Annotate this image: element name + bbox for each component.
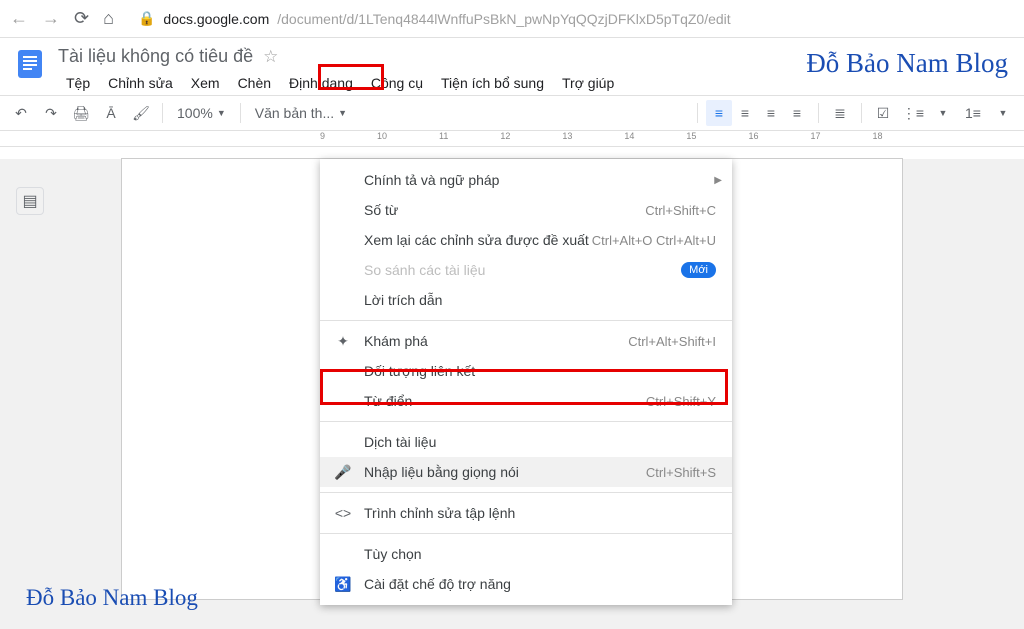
docs-logo-icon[interactable] [12, 46, 48, 82]
paragraph-style-select[interactable]: Văn bản th...▼ [249, 105, 359, 121]
menu-edit[interactable]: Chỉnh sửa [100, 71, 181, 95]
align-right-icon[interactable]: ≡ [758, 100, 784, 126]
menubar: Tệp Chỉnh sửa Xem Chèn Định dạng Công cụ… [58, 71, 622, 95]
menu-item-compare: So sánh các tài liệuMới [320, 255, 732, 285]
menu-item-citations[interactable]: Lời trích dẫn [320, 285, 732, 315]
chevron-down-icon: ▼ [338, 108, 347, 118]
star-icon[interactable]: ☆ [263, 47, 278, 67]
menu-separator [320, 492, 732, 493]
menu-separator [320, 533, 732, 534]
separator [697, 103, 698, 123]
separator [240, 103, 241, 123]
url-path: /document/d/1LTenq4844lWnffuPsBkN_pwNpYq… [277, 11, 730, 27]
menu-item-dictionary[interactable]: Từ điểnCtrl+Shift+Y [320, 386, 732, 416]
brand-watermark: Đỗ Bảo Nam Blog [806, 48, 1008, 79]
url-host: docs.google.com [163, 11, 269, 27]
bullet-list-icon[interactable]: ⋮≡ [900, 100, 926, 126]
separator [818, 103, 819, 123]
url-bar[interactable]: 🔒 docs.google.com/document/d/1LTenq4844l… [128, 6, 1014, 31]
back-icon[interactable]: ← [10, 8, 28, 29]
code-icon: <> [334, 505, 352, 521]
chevron-right-icon: ▶ [714, 175, 722, 186]
menu-format[interactable]: Định dạng [281, 71, 361, 95]
separator [861, 103, 862, 123]
chevron-down-icon[interactable]: ▼ [930, 100, 956, 126]
menu-item-explore[interactable]: ✦Khám pháCtrl+Alt+Shift+I [320, 326, 732, 356]
menu-addons[interactable]: Tiện ích bổ sung [433, 71, 552, 95]
align-center-icon[interactable]: ≡ [732, 100, 758, 126]
menu-item-translate[interactable]: Dịch tài liệu [320, 427, 732, 457]
spellcheck-icon[interactable]: Ᾱ [98, 100, 124, 126]
menu-item-linked[interactable]: Đối tượng liên kết [320, 356, 732, 386]
doc-header: Tài liệu không có tiêu đề ☆ Tệp Chỉnh sử… [0, 38, 1024, 95]
menu-tools[interactable]: Công cụ [363, 71, 431, 95]
numbered-list-icon[interactable]: 1≡ [960, 100, 986, 126]
redo-icon[interactable]: ↷ [38, 100, 64, 126]
menu-separator [320, 421, 732, 422]
menu-help[interactable]: Trợ giúp [554, 71, 622, 95]
menu-item-review[interactable]: Xem lại các chỉnh sửa được đề xuấtCtrl+A… [320, 225, 732, 255]
menu-file[interactable]: Tệp [58, 71, 98, 95]
home-icon[interactable]: ⌂ [103, 8, 114, 29]
title-area: Tài liệu không có tiêu đề ☆ Tệp Chỉnh sử… [58, 46, 622, 95]
menu-item-preferences[interactable]: Tùy chọn [320, 539, 732, 569]
undo-icon[interactable]: ↶ [8, 100, 34, 126]
menu-view[interactable]: Xem [183, 71, 228, 95]
ruler[interactable]: 9101112131415161718 [0, 131, 1024, 147]
line-spacing-icon[interactable]: ≣ [827, 100, 853, 126]
menu-item-script-editor[interactable]: <>Trình chỉnh sửa tập lệnh [320, 498, 732, 528]
align-left-icon[interactable]: ≡ [706, 100, 732, 126]
menu-separator [320, 320, 732, 321]
outline-toggle-icon[interactable]: ▤ [16, 187, 44, 215]
separator [162, 103, 163, 123]
menu-item-spelling[interactable]: Chính tả và ngữ pháp▶ [320, 165, 732, 195]
page-watermark: Đỗ Bảo Nam Blog [26, 585, 198, 611]
lock-icon: 🔒 [138, 10, 155, 27]
align-justify-icon[interactable]: ≡ [784, 100, 810, 126]
chevron-down-icon: ▼ [217, 108, 226, 118]
browser-toolbar: ← → ⟳ ⌂ 🔒 docs.google.com/document/d/1LT… [0, 0, 1024, 38]
accessibility-icon: ♿ [334, 576, 352, 593]
new-badge: Mới [681, 262, 716, 278]
reload-icon[interactable]: ⟳ [74, 8, 89, 29]
explore-icon: ✦ [334, 333, 352, 350]
menu-item-wordcount[interactable]: Số từCtrl+Shift+C [320, 195, 732, 225]
menu-item-accessibility[interactable]: ♿Cài đặt chế độ trợ năng [320, 569, 732, 599]
print-icon[interactable]: 🖨 [68, 100, 94, 126]
microphone-icon: 🎤 [334, 464, 352, 481]
zoom-select[interactable]: 100%▼ [171, 105, 232, 121]
tools-dropdown-menu: Chính tả và ngữ pháp▶ Số từCtrl+Shift+C … [320, 159, 732, 605]
menu-item-voice-typing[interactable]: 🎤Nhập liệu bằng giọng nóiCtrl+Shift+S [320, 457, 732, 487]
checklist-icon[interactable]: ☑ [870, 100, 896, 126]
canvas: ▤ Đỗ Bảo Nam Blog Chính tả và ngữ pháp▶ … [0, 159, 1024, 629]
chevron-down-icon[interactable]: ▼ [990, 100, 1016, 126]
forward-icon: → [42, 8, 60, 29]
paint-format-icon[interactable]: 🖌 [128, 100, 154, 126]
doc-title[interactable]: Tài liệu không có tiêu đề [58, 46, 253, 67]
menu-insert[interactable]: Chèn [230, 71, 279, 95]
toolbar: ↶ ↷ 🖨 Ᾱ 🖌 100%▼ Văn bản th...▼ ≡ ≡ ≡ ≡ ≣… [0, 95, 1024, 131]
